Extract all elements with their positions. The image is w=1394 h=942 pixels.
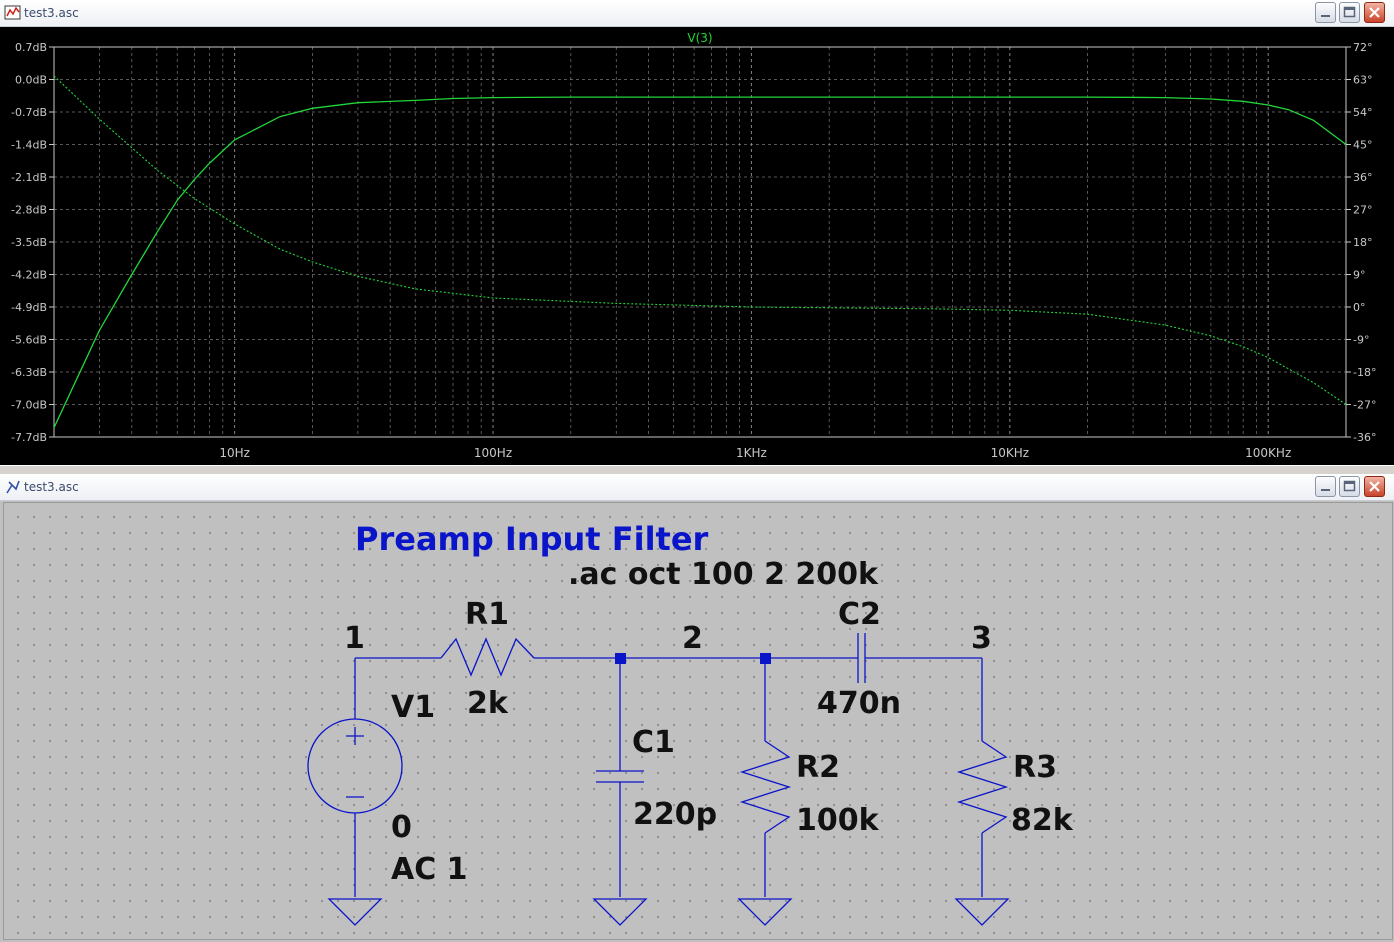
x-tick-label: 10KHz	[991, 446, 1029, 460]
schematic-canvas[interactable]: Preamp Input Filter .ac oct 100 2 200k 1…	[3, 502, 1393, 940]
minimize-icon	[1321, 15, 1330, 17]
y-right-tick-label: -27°	[1353, 399, 1376, 412]
c1-value[interactable]: 220p	[633, 800, 717, 830]
y-left-tick-label: -2.1dB	[11, 171, 47, 184]
ground-icon	[327, 898, 383, 926]
minimize-icon	[1321, 489, 1330, 491]
y-left-tick-label: -5.6dB	[11, 334, 47, 347]
r1-value[interactable]: 2k	[467, 689, 508, 719]
y-right-tick-label: -18°	[1353, 366, 1376, 379]
y-right-tick-label: 72°	[1353, 41, 1373, 54]
phase-trace	[53, 75, 1347, 405]
y-right-tick-label: 63°	[1353, 74, 1373, 87]
y-left-tick-label: -6.3dB	[11, 366, 47, 379]
capacitor-c1	[596, 770, 644, 783]
y-right-tick-label: -9°	[1353, 334, 1369, 347]
plot-window[interactable]: test3.asc 0.7dB 72° 0.0dB 63° -0.7dB 54° -1.4d…	[0, 0, 1394, 466]
c1-ref[interactable]: C1	[632, 728, 675, 758]
schematic-title[interactable]: Preamp Input Filter	[355, 523, 708, 555]
schematic-window-titlebar[interactable]: test3.asc	[0, 474, 1394, 501]
v1-ac-value[interactable]: AC 1	[391, 855, 468, 885]
schematic-window[interactable]: test3.asc Preamp Input Filter .ac oct 10…	[0, 474, 1394, 942]
maximize-icon	[1343, 6, 1356, 18]
minimize-button[interactable]	[1315, 476, 1336, 497]
minimize-button[interactable]	[1315, 2, 1336, 23]
ground-icon	[737, 898, 793, 926]
net-label-1[interactable]: 1	[344, 624, 365, 654]
y-left-tick-label: 0.0dB	[15, 74, 47, 87]
waveform-icon	[4, 4, 22, 22]
x-tick-label: 1KHz	[736, 446, 767, 460]
schematic-icon	[4, 478, 22, 496]
trace-label: V(3)	[687, 31, 712, 45]
junction-dot	[760, 653, 771, 664]
y-right-tick-label: 27°	[1353, 204, 1373, 217]
y-right-tick-label: 9°	[1353, 269, 1366, 282]
v1-ref[interactable]: V1	[391, 693, 435, 723]
y-left-tick-label: -7.7dB	[11, 431, 47, 444]
close-button[interactable]	[1364, 476, 1385, 497]
y-right-tick-label: -36°	[1353, 431, 1376, 444]
y-left-tick-label: -2.8dB	[11, 204, 47, 217]
maximize-button[interactable]	[1339, 2, 1360, 23]
resistor-r1	[440, 637, 535, 677]
x-tick-label: 100KHz	[1245, 446, 1291, 460]
y-right-tick-label: 0°	[1353, 301, 1366, 314]
ground-icon	[954, 898, 1010, 926]
y-left-tick-label: -7.0dB	[11, 399, 47, 412]
r2-value[interactable]: 100k	[796, 806, 879, 836]
r1-ref[interactable]: R1	[465, 600, 509, 630]
schematic-window-title: test3.asc	[24, 480, 79, 494]
y-right-tick-label: 54°	[1353, 106, 1373, 119]
v1-value[interactable]: 0	[391, 813, 412, 843]
y-left-tick-label: -4.2dB	[11, 269, 47, 282]
y-left-tick-label: -4.9dB	[11, 301, 47, 314]
ground-icon	[592, 898, 648, 926]
y-left-tick-label: -0.7dB	[11, 106, 47, 119]
net-label-2[interactable]: 2	[682, 624, 703, 654]
y-right-tick-label: 36°	[1353, 171, 1373, 184]
c2-ref[interactable]: C2	[838, 600, 881, 630]
x-tick-label: 100Hz	[474, 446, 512, 460]
r3-ref[interactable]: R3	[1013, 753, 1057, 783]
resistor-r3	[956, 740, 1009, 834]
close-icon	[1369, 481, 1380, 492]
net-label-3[interactable]: 3	[971, 624, 992, 654]
capacitor-c2	[857, 633, 866, 683]
plot-window-title: test3.asc	[24, 6, 79, 20]
r3-value[interactable]: 82k	[1011, 806, 1073, 836]
window-separator	[0, 466, 1394, 474]
y-right-tick-label: 18°	[1353, 236, 1373, 249]
close-button[interactable]	[1364, 2, 1385, 23]
x-tick-label: 10Hz	[219, 446, 250, 460]
magnitude-trace	[53, 96, 1347, 428]
junction-dot	[615, 653, 626, 664]
spice-directive[interactable]: .ac oct 100 2 200k	[568, 560, 878, 590]
y-left-tick-label: 0.7dB	[15, 41, 47, 54]
y-left-tick-label: -3.5dB	[11, 236, 47, 249]
bode-plot[interactable]: 0.7dB 72° 0.0dB 63° -0.7dB 54° -1.4dB 45° -2.1dB…	[0, 27, 1394, 465]
plot-pane[interactable]: 0.7dB 72° 0.0dB 63° -0.7dB 54° -1.4dB 45° -2.1dB…	[0, 27, 1394, 465]
plus-icon	[346, 727, 364, 745]
close-icon	[1369, 7, 1380, 18]
y-left-tick-label: -1.4dB	[11, 139, 47, 152]
c2-value[interactable]: 470n	[817, 689, 901, 719]
maximize-button[interactable]	[1339, 476, 1360, 497]
plot-window-titlebar[interactable]: test3.asc	[0, 0, 1394, 27]
r2-ref[interactable]: R2	[796, 753, 840, 783]
maximize-icon	[1343, 480, 1356, 492]
resistor-r2	[739, 740, 792, 834]
y-right-tick-label: 45°	[1353, 139, 1373, 152]
